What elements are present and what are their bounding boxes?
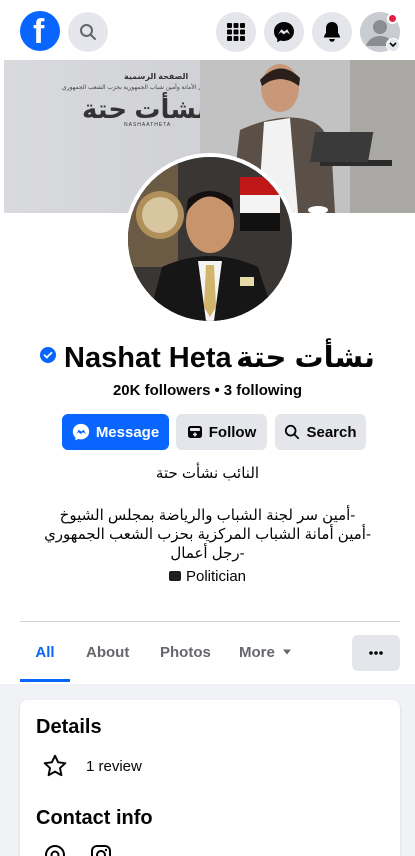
messenger-icon <box>274 22 294 43</box>
cover-handle: NASHAATHETA <box>124 122 172 128</box>
messenger-button[interactable] <box>264 12 304 52</box>
more-options-button[interactable] <box>352 635 400 671</box>
page-name: Nashat Heta <box>64 342 232 374</box>
page-name-row: Nashat Heta نشأت حتة <box>0 340 415 375</box>
chevron-down-icon <box>389 42 397 48</box>
contact-info-heading: Contact info <box>36 807 153 829</box>
message-button-label: Message <box>95 423 160 441</box>
active-tab-indicator <box>20 679 70 682</box>
notification-dot <box>387 13 398 24</box>
search-icon <box>80 24 96 40</box>
page-category: Politician <box>0 568 415 585</box>
cover-line2: أول الأمانة وأمين شباب الجمهورية بحزب ال… <box>62 85 207 91</box>
cover-title: نشأت حتة <box>82 94 207 124</box>
bio-line: -رجل أعمال <box>170 545 245 562</box>
tab-photos[interactable]: Photos <box>160 622 211 682</box>
review-row[interactable]: 1 review <box>42 752 142 780</box>
details-card: Details 1 review Contact info <box>20 700 400 856</box>
search-button[interactable] <box>68 12 108 52</box>
account-menu-chevron[interactable] <box>386 38 400 52</box>
briefcase-icon <box>168 571 181 581</box>
notifications-button[interactable] <box>312 12 352 52</box>
page-name-arabic: نشأت حتة <box>236 342 375 374</box>
stats-separator: • <box>214 382 220 399</box>
cover-line1: الصفحة الرسمية <box>124 72 189 81</box>
ellipsis-icon <box>369 651 383 655</box>
bell-icon <box>324 22 340 42</box>
menu-grid-icon <box>227 23 245 41</box>
tab-all[interactable]: All <box>20 622 70 682</box>
profile-photo[interactable] <box>128 157 292 321</box>
profile-portrait-illustration <box>128 157 292 321</box>
following-count[interactable]: 3 following <box>224 382 302 399</box>
search-button-label: Search <box>306 423 357 441</box>
follow-button[interactable]: Follow <box>176 414 267 450</box>
follow-button-label: Follow <box>208 423 257 441</box>
bio-title: النائب نشأت حتة <box>155 465 260 482</box>
bio-line: -أمين سر لجنة الشباب والرياضة بمجلس الشي… <box>59 507 356 524</box>
search-icon <box>285 424 300 440</box>
tab-more-label: More <box>239 643 275 661</box>
messenger-icon <box>72 423 89 441</box>
follow-icon <box>187 426 202 438</box>
details-heading: Details <box>36 716 102 738</box>
follow-stats: 20K followers • 3 following <box>0 382 415 399</box>
top-navigation-bar: f <box>0 0 415 60</box>
caret-down-icon <box>282 649 291 655</box>
verified-badge-icon <box>40 347 57 363</box>
menu-button[interactable] <box>216 12 256 52</box>
bio-text: -أمين سر لجنة الشباب والرياضة بمجلس الشي… <box>0 506 415 563</box>
contact-icons <box>44 844 112 856</box>
star-icon <box>43 754 67 777</box>
category-label: Politician <box>185 568 247 585</box>
bio-line: -أمين أمانة الشباب المركزية بحزب الشعب ا… <box>44 526 371 543</box>
at-sign-icon[interactable] <box>44 844 66 856</box>
page-search-button[interactable]: Search <box>275 414 366 450</box>
facebook-logo[interactable]: f <box>20 11 60 51</box>
followers-count[interactable]: 20K followers <box>113 382 211 399</box>
review-count: 1 review <box>86 757 142 775</box>
message-button[interactable]: Message <box>62 414 169 450</box>
tab-about[interactable]: About <box>86 622 129 682</box>
instagram-icon[interactable] <box>90 844 112 856</box>
tab-more[interactable]: More <box>239 622 292 682</box>
profile-tabs: All About Photos More <box>20 622 400 682</box>
